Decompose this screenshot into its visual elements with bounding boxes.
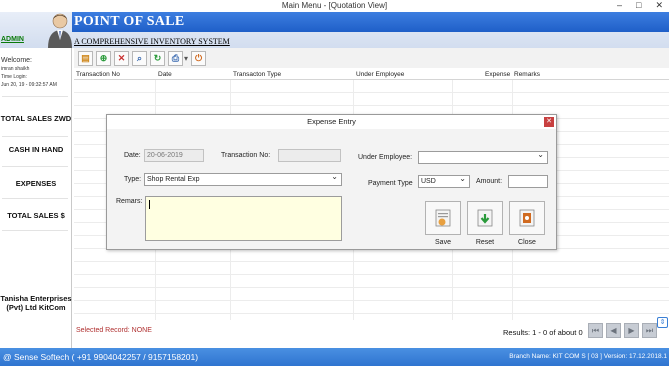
under-employee-select[interactable] <box>418 149 548 164</box>
exit-icon[interactable]: ⏻ <box>191 50 207 66</box>
sidebar-divider <box>2 96 68 97</box>
expense-entry-dialog: Expense Entry ✕ Date: 20-06-2019 Transac… <box>106 114 557 250</box>
sidebar-divider <box>2 198 68 199</box>
sidebar-divider <box>2 136 68 137</box>
date-label: Date: <box>124 152 141 159</box>
admin-link[interactable]: ADMIN <box>1 36 24 43</box>
type-select[interactable]: Shop Rental Exp <box>144 171 342 186</box>
window-title: Main Menu - [Quotation View] <box>281 1 388 10</box>
sidebar-item-total-sales-zwd[interactable]: TOTAL SALES ZWD <box>0 114 72 123</box>
vendor-info: @ Sense Softech ( +91 9904042257 / 91571… <box>3 352 199 362</box>
sidebar-item-cash-in-hand[interactable]: CASH IN HAND <box>0 145 72 154</box>
amount-field[interactable] <box>508 175 548 188</box>
grid-header: Transaction No Date Transacton Type Unde… <box>74 69 669 80</box>
save-icon <box>435 209 451 227</box>
new-document-icon[interactable]: ▤ <box>78 50 93 66</box>
dialog-close-icon[interactable]: ✕ <box>544 117 554 127</box>
close-button-label: Close <box>518 239 536 246</box>
transaction-no-label: Transaction No: <box>221 152 271 159</box>
branch-version-info: Branch Name: KIT COM S [ 03 ] Version: 1… <box>509 353 667 360</box>
company-name: Tanisha Enterprises (Pvt) Ltd KitCom <box>0 294 72 312</box>
save-button-label: Save <box>435 239 451 246</box>
amount-label: Amount: <box>476 178 503 185</box>
sidebar-item-expenses[interactable]: EXPENSES <box>0 179 72 188</box>
results-label: Results: 1 - 0 of about 0 <box>503 328 583 337</box>
minimize-icon[interactable]: – <box>617 0 622 12</box>
transaction-no-field <box>278 149 341 162</box>
text-caret <box>149 200 150 209</box>
app-banner: POINT OF SALE A COMPREHENSIVE INVENTORY … <box>0 12 669 48</box>
save-button[interactable] <box>425 201 461 235</box>
search-icon[interactable]: ⌕ <box>132 50 147 66</box>
next-page-icon[interactable]: ▶ <box>624 323 639 338</box>
reset-icon <box>477 209 493 227</box>
sidebar-divider <box>2 230 68 231</box>
remarks-textarea[interactable] <box>145 196 342 241</box>
app-tagline: A COMPREHENSIVE INVENTORY SYSTEM <box>74 37 230 46</box>
status-bar: @ Sense Softech ( +91 9904042257 / 91571… <box>0 348 669 366</box>
first-page-icon[interactable]: ⏮ <box>588 323 603 338</box>
close-button[interactable] <box>509 201 545 235</box>
column-transaction-type[interactable]: Transacton Type <box>233 71 281 78</box>
time-login-value: Jun 20, 19 - 09:32:57 AM <box>1 82 57 88</box>
reset-button-label: Reset <box>475 239 495 246</box>
welcome-block: Welcome: imran shaikh Time Login: Jun 20… <box>1 56 57 89</box>
app-title: POINT OF SALE <box>74 14 185 29</box>
column-transaction-no[interactable]: Transaction No <box>76 71 120 78</box>
scroll-up-icon[interactable]: ⇕ <box>657 317 668 328</box>
previous-page-icon[interactable]: ◀ <box>606 323 621 338</box>
delete-icon[interactable]: ✕ <box>114 50 129 66</box>
pagination-controls: ⏮ ◀ ▶ ⏭ <box>588 323 657 338</box>
sidebar-item-total-sales-usd[interactable]: TOTAL SALES $ <box>0 211 72 220</box>
maximize-icon[interactable]: □ <box>636 0 641 12</box>
column-under-employee[interactable]: Under Employee <box>356 71 404 78</box>
window-titlebar: Main Menu - [Quotation View] <box>0 0 669 12</box>
dropdown-arrow-icon[interactable]: ▾ <box>184 54 188 63</box>
welcome-label: Welcome: <box>1 57 32 64</box>
window-controls: – □ ✕ <box>617 0 663 12</box>
refresh-icon[interactable]: ↻ <box>150 50 165 66</box>
print-icon[interactable]: ⎙ <box>168 50 183 66</box>
businessman-logo-icon <box>48 13 72 48</box>
main-toolbar: ▤ ⊕ ✕ ⌕ ↻ ⎙ ▾ ⏻ <box>74 48 669 68</box>
payment-type-select[interactable]: USD <box>418 173 470 188</box>
date-field: 20-06-2019 <box>144 149 204 162</box>
reset-button[interactable] <box>467 201 503 235</box>
column-expense[interactable]: Expense <box>485 71 510 78</box>
under-employee-label: Under Employee: <box>358 154 413 161</box>
type-label: Type: <box>124 176 142 183</box>
payment-type-label: Payment Type <box>368 180 413 187</box>
exit-door-icon <box>519 209 535 227</box>
remarks-label: Remars: <box>116 198 143 205</box>
column-date[interactable]: Date <box>158 71 172 78</box>
selected-record-label: Selected Record: NONE <box>76 327 152 334</box>
time-login-label: Time Login: <box>1 74 27 80</box>
close-icon[interactable]: ✕ <box>655 0 663 12</box>
sidebar: Welcome: imran shaikh Time Login: Jun 20… <box>0 48 72 348</box>
user-name: imran shaikh <box>1 66 30 72</box>
dialog-title: Expense Entry <box>107 115 556 129</box>
column-remarks[interactable]: Remarks <box>514 71 540 78</box>
last-page-icon[interactable]: ⏭ <box>642 323 657 338</box>
sidebar-divider <box>2 166 68 167</box>
add-icon[interactable]: ⊕ <box>96 50 111 66</box>
